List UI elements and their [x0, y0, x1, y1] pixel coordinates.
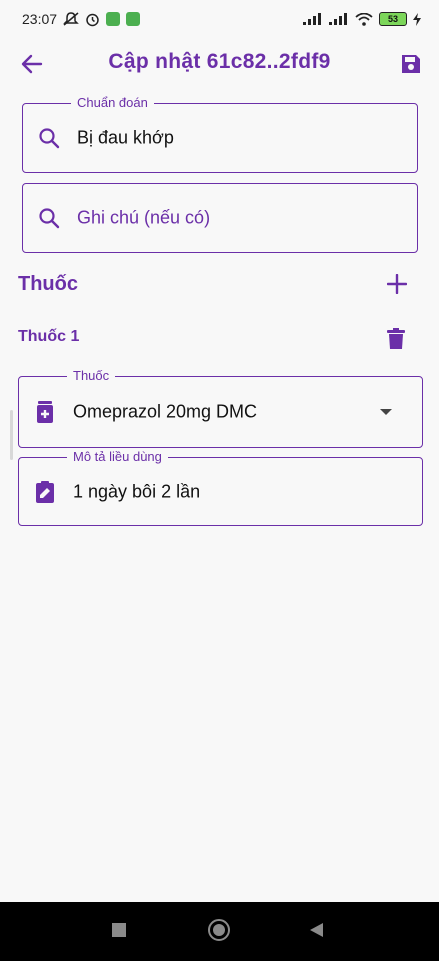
home-icon[interactable] — [208, 919, 230, 941]
page-title: Cập nhật 61c82..2fdf9 — [108, 50, 331, 73]
plus-icon — [387, 274, 407, 294]
save-button[interactable] — [397, 50, 425, 78]
status-right: 53 — [303, 12, 421, 26]
app-bar: Cập nhật 61c82..2fdf9 — [0, 38, 439, 90]
search-icon — [37, 126, 61, 150]
recent-apps-icon[interactable] — [112, 923, 126, 937]
section-title-medicine: Thuốc — [18, 273, 78, 295]
delete-medicine-button[interactable] — [385, 326, 407, 352]
note-field[interactable]: Ghi chú (nếu có) — [22, 183, 418, 253]
trash-icon — [387, 328, 405, 349]
medicine-item-title: Thuốc 1 — [18, 328, 80, 345]
dosage-label: Mô tả liều dùng — [67, 449, 168, 464]
diagnosis-label: Chuẩn đoán — [71, 95, 154, 110]
add-medicine-button[interactable] — [385, 272, 409, 296]
back-triangle-icon[interactable] — [310, 923, 323, 937]
app-icon — [126, 12, 141, 26]
dosage-input[interactable]: 1 ngày bôi 2 lần — [73, 481, 200, 502]
save-icon — [402, 55, 420, 73]
diagnosis-input[interactable]: Bị đau khớp — [77, 128, 174, 149]
charging-icon — [413, 12, 421, 26]
signal-icon — [329, 13, 349, 25]
battery-icon: 53 — [379, 12, 407, 26]
system-nav-bar — [0, 902, 439, 961]
drug-value: Omeprazol 20mg DMC — [73, 401, 258, 422]
status-time: 23:07 — [22, 11, 58, 27]
note-input[interactable]: Ghi chú (nếu có) — [77, 208, 210, 229]
chevron-down-icon[interactable] — [380, 409, 392, 415]
alarm-icon — [85, 12, 100, 27]
status-left: 23:07 — [22, 11, 141, 27]
medication-icon — [33, 400, 57, 424]
wifi-icon — [355, 12, 373, 26]
muted-notification-icon — [63, 12, 79, 26]
signal-icon — [303, 13, 323, 25]
dosage-field[interactable]: Mô tả liều dùng 1 ngày bôi 2 lần — [18, 449, 423, 526]
drug-select[interactable]: Thuốc Omeprazol 20mg DMC — [18, 368, 423, 448]
status-bar: 23:07 53 — [0, 0, 439, 38]
search-icon — [37, 206, 61, 230]
clipboard-edit-icon — [33, 480, 57, 504]
drug-label: Thuốc — [67, 368, 116, 383]
app-icon — [106, 12, 121, 26]
side-drag-handle[interactable] — [10, 410, 13, 460]
diagnosis-field[interactable]: Chuẩn đoán Bị đau khớp — [22, 95, 418, 173]
